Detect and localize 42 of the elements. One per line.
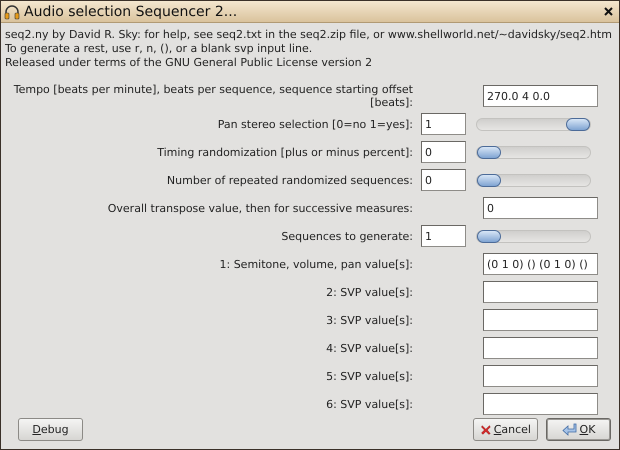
input-field[interactable]: 0 (483, 197, 598, 219)
value-field[interactable]: 0 (421, 169, 466, 191)
slider-track[interactable] (476, 174, 591, 186)
info-text: To generate a rest, use r, n, (), or a blank svp input line. (5, 42, 314, 55)
slider-thumb[interactable] (477, 174, 501, 186)
slider-thumb[interactable] (566, 118, 590, 130)
ok-button[interactable]: OK (546, 418, 611, 441)
field-label: Overall transpose value, then for successive measures: (106, 202, 414, 214)
info-text: Released under terms of the GNU General Public License version 2 (5, 56, 374, 69)
field-label: 2: SVP value[s]: (325, 286, 414, 298)
debug-button[interactable]: Debug (18, 418, 83, 441)
value-field[interactable]: 1 (421, 225, 466, 247)
slider-track[interactable] (476, 146, 591, 158)
slider-thumb[interactable] (477, 146, 501, 158)
input-field[interactable]: (0 1 0) () (0 1 0) () (483, 253, 598, 275)
info-text: seq2.ny by David R. Sky: for help, see seq2.txt in the seq2.zip file, or www.shellworld.net/~davidsky/seq2.htm (5, 28, 613, 41)
input-field[interactable] (483, 281, 598, 303)
slider-track[interactable] (476, 230, 591, 242)
input-field[interactable] (483, 337, 598, 359)
window-title: Audio selection Sequencer 2... (24, 4, 238, 20)
input-field[interactable]: 270.0 4 0.0 (483, 85, 598, 107)
field-label: Number of repeated randomized sequences: (166, 174, 414, 186)
field-label: 5: SVP value[s]: (325, 370, 414, 382)
field-label: Tempo [beats per minute], beats per sequence, sequence starting offset [beats]: (12, 83, 414, 109)
field-label: 3: SVP value[s]: (325, 314, 414, 326)
close-icon[interactable] (604, 7, 613, 16)
field-label: Pan stereo selection [0=no 1=yes]: (216, 118, 414, 130)
field-label: 6: SVP value[s]: (325, 398, 414, 410)
value-field[interactable]: 1 (421, 113, 466, 135)
slider-track[interactable] (476, 118, 591, 130)
enter-arrow-icon (562, 422, 578, 438)
field-label: Sequences to generate: (280, 230, 414, 242)
value-field[interactable]: 0 (421, 141, 466, 163)
cancel-button[interactable]: Cancel (473, 418, 538, 441)
input-field[interactable] (483, 393, 598, 415)
input-field[interactable] (483, 365, 598, 387)
field-label: 1: Semitone, volume, pan value[s]: (218, 258, 414, 270)
slider-thumb[interactable] (477, 230, 501, 242)
field-label: 4: SVP value[s]: (325, 342, 414, 354)
headphones-icon (4, 4, 20, 20)
input-field[interactable] (483, 309, 598, 331)
field-label: Timing randomization [plus or minus percent]: (156, 146, 414, 158)
